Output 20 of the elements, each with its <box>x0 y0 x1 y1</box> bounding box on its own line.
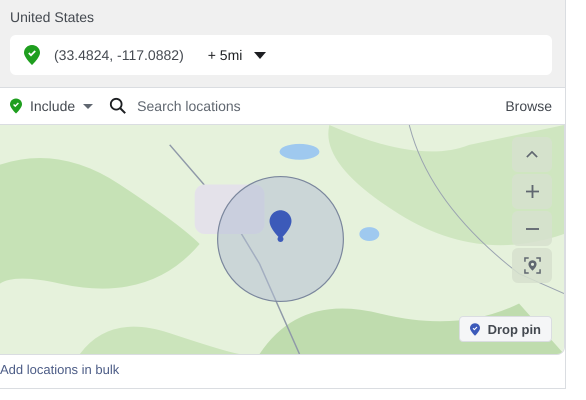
search-field[interactable]: Search locations <box>135 97 498 115</box>
minus-icon <box>526 228 538 230</box>
locate-icon <box>524 257 540 274</box>
pin-icon <box>470 322 480 336</box>
add-in-bulk-link[interactable]: Add locations in bulk <box>0 362 120 377</box>
browse-button[interactable]: Browse <box>505 98 552 114</box>
zoom-in-button[interactable] <box>512 174 552 209</box>
caret-icon <box>254 52 266 58</box>
search-icon <box>109 97 128 115</box>
locate-button[interactable] <box>512 248 552 283</box>
plus-icon <box>526 185 538 198</box>
chevron-up-icon <box>526 151 538 158</box>
country-label: United States <box>10 9 96 25</box>
drop-pin-button[interactable]: Drop pin <box>458 316 552 342</box>
radius-dropdown[interactable]: + 5mi <box>208 47 266 63</box>
check-pin-icon <box>10 98 22 114</box>
coordinates-text: (33.4824, -117.0882) <box>54 47 184 63</box>
check-pin-icon <box>24 45 40 65</box>
caret-icon <box>83 104 94 108</box>
include-dropdown[interactable]: Include <box>10 98 94 114</box>
